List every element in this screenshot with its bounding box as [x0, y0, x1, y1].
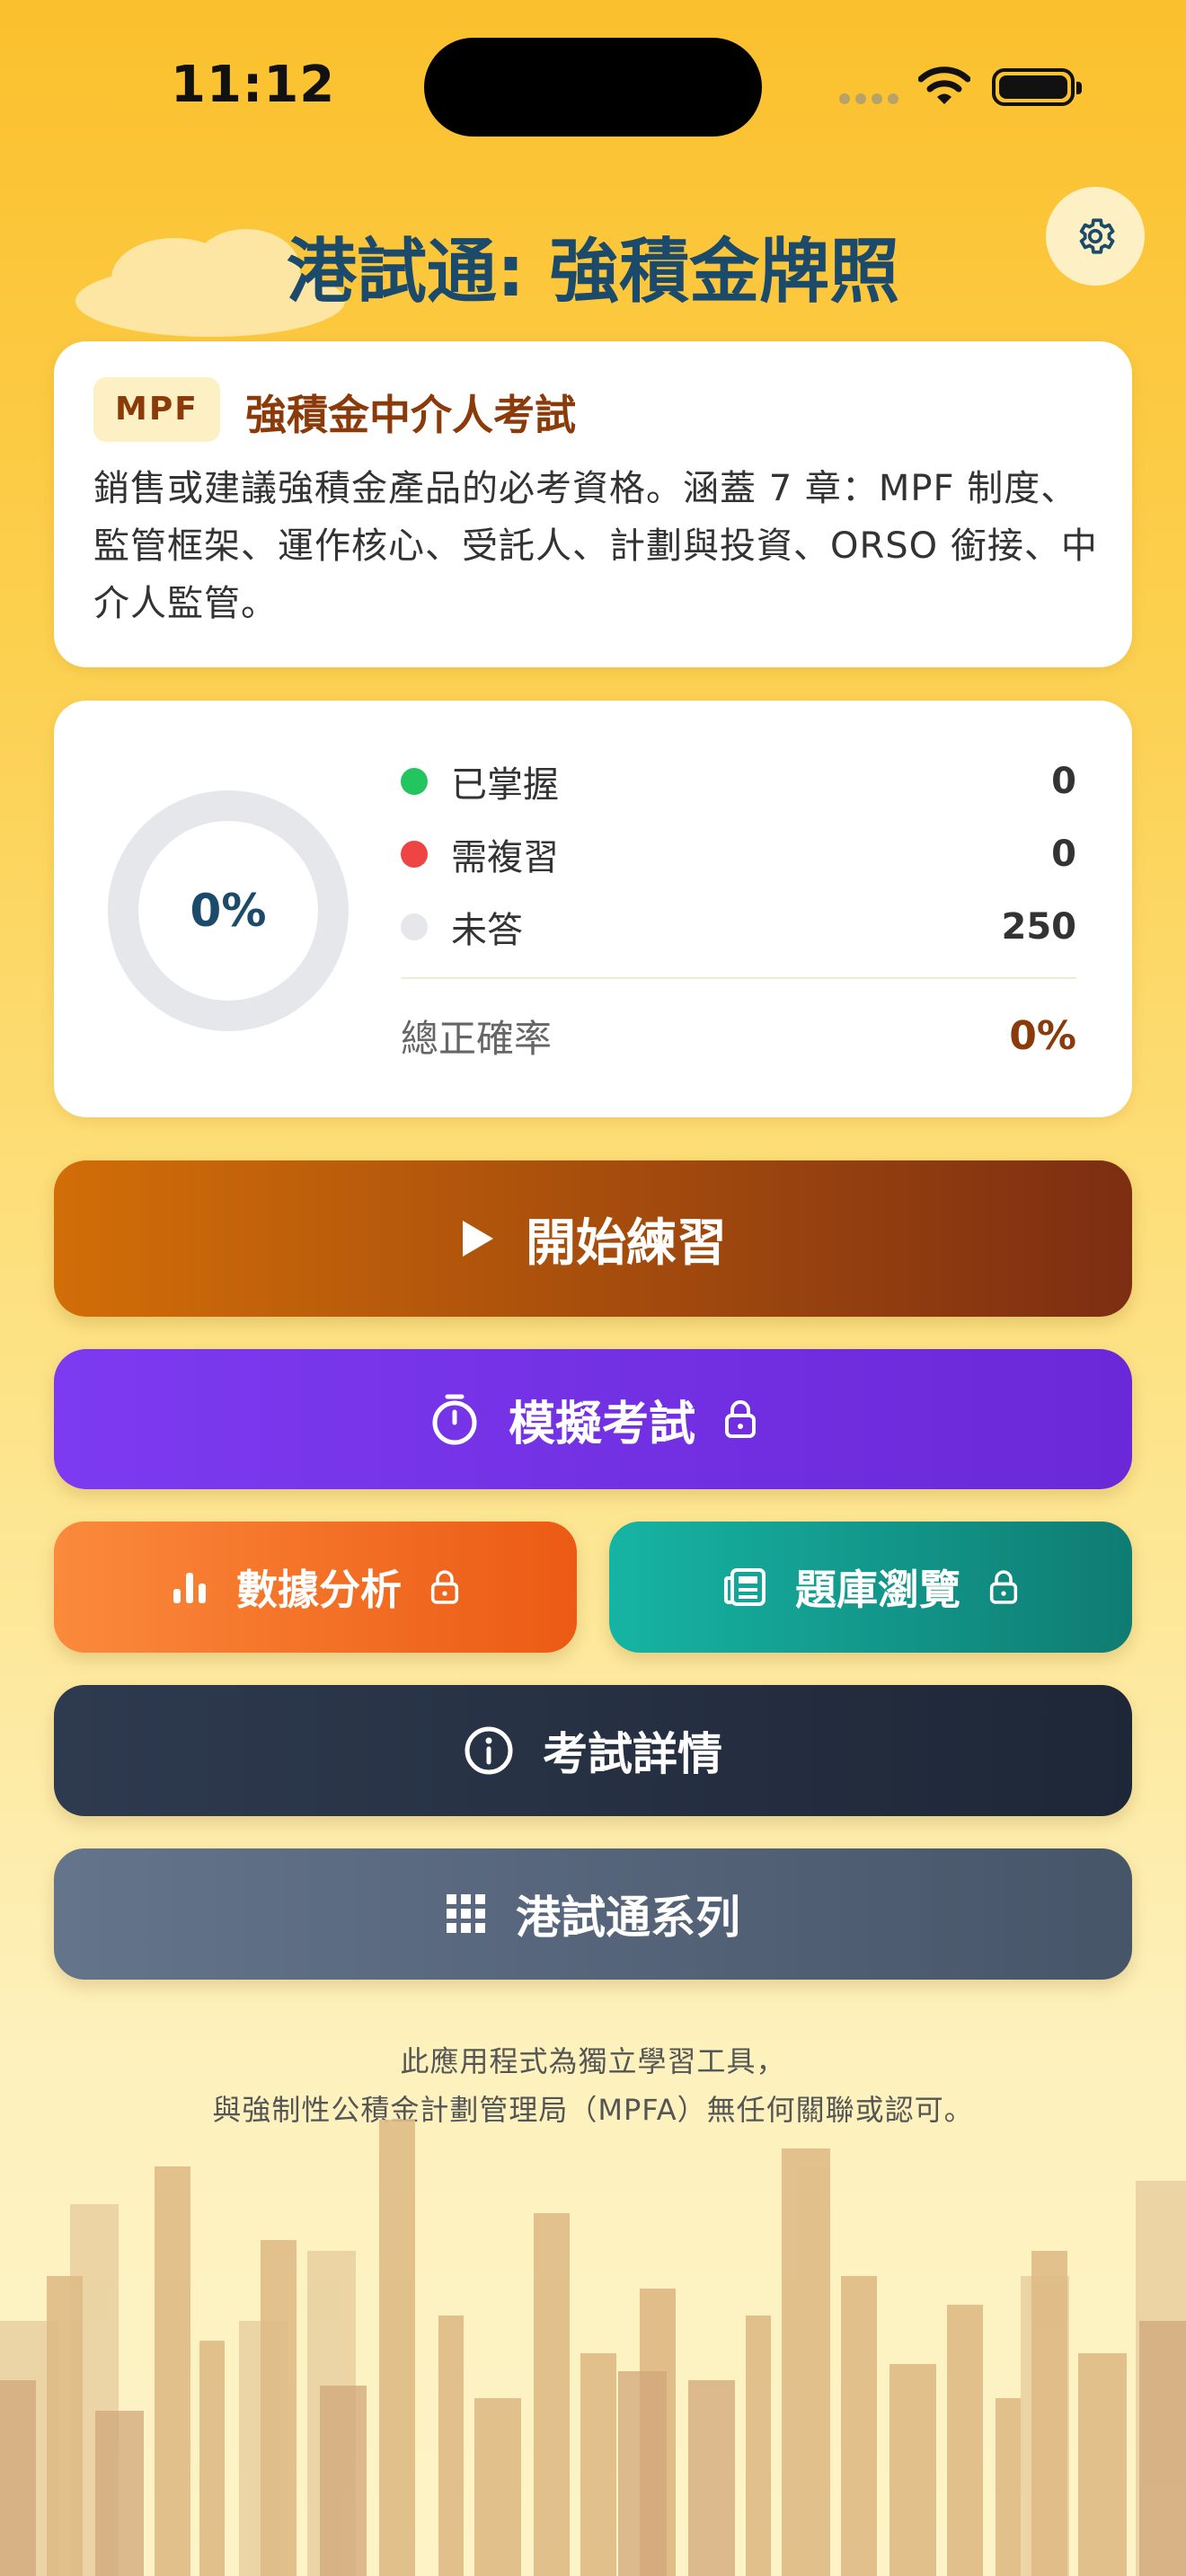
question-bank-button[interactable]: 題庫瀏覽: [609, 1522, 1132, 1653]
exam-details-label: 考試詳情: [543, 1728, 722, 1780]
exam-badge: MPF: [93, 377, 220, 442]
info-icon: [465, 1726, 513, 1775]
accuracy-value: 0%: [1009, 1012, 1076, 1059]
grid-icon: [447, 1894, 485, 1933]
mastered-label: 已掌握: [451, 764, 559, 806]
start-practice-label: 開始練習: [526, 1213, 727, 1273]
exam-info-card: MPF 強積金中介人考試 銷售或建議強積金產品的必考資格。涵蓋 7 章：MPF …: [54, 341, 1132, 667]
stat-mastered: 已掌握 0: [401, 754, 1076, 808]
status-time: 11:12: [171, 56, 336, 114]
city-skyline-decoration: [0, 2120, 1186, 2576]
start-practice-button[interactable]: 開始練習: [54, 1160, 1132, 1317]
lock-icon: [725, 1400, 756, 1438]
lock-icon: [989, 1570, 1018, 1604]
settings-button[interactable]: [1046, 187, 1145, 286]
bar-chart-icon: [173, 1573, 206, 1603]
cellular-signal-icon: [839, 93, 898, 104]
exam-description: 銷售或建議強積金產品的必考資格。涵蓋 7 章：MPF 制度、監管框架、運作核心、…: [93, 468, 1098, 624]
newspaper-icon: [724, 1568, 766, 1606]
exam-details-button[interactable]: 考試詳情: [54, 1685, 1132, 1816]
gear-icon: [1079, 218, 1115, 254]
play-icon: [463, 1221, 493, 1257]
lock-icon: [430, 1570, 459, 1604]
battery-icon: [992, 68, 1082, 106]
unanswered-value: 250: [1001, 906, 1077, 948]
progress-card: 0% 已掌握 0 需複習 0 未答 250 總正確率 0%: [54, 701, 1132, 1117]
accuracy-label: 總正確率: [401, 1016, 553, 1061]
disclaimer-line-1: 此應用程式為獨立學習工具，: [400, 2044, 786, 2078]
data-analysis-button[interactable]: 數據分析: [54, 1522, 577, 1653]
review-value: 0: [1051, 834, 1076, 875]
unanswered-label: 未答: [451, 910, 523, 951]
stopwatch-icon: [432, 1394, 477, 1445]
data-analysis-label: 數據分析: [236, 1566, 402, 1614]
app-title: 港試通: 強積金牌照: [286, 232, 900, 313]
stats-divider: [401, 977, 1076, 979]
wifi-icon: [918, 66, 970, 104]
exam-title: 強積金中介人考試: [245, 391, 576, 439]
dynamic-island: [424, 38, 762, 137]
mastered-value: 0: [1051, 761, 1076, 802]
question-bank-label: 題庫瀏覽: [795, 1566, 960, 1614]
review-label: 需複習: [451, 837, 559, 878]
stat-review: 需複習 0: [401, 827, 1076, 881]
stat-unanswered: 未答 250: [401, 900, 1076, 954]
unanswered-dot: [401, 913, 428, 940]
review-dot: [401, 841, 428, 868]
mock-exam-button[interactable]: 模擬考試: [54, 1349, 1132, 1489]
progress-percent: 0%: [190, 885, 267, 937]
mastered-dot: [401, 768, 428, 795]
accuracy-row: 總正確率 0%: [401, 1004, 1076, 1067]
series-button[interactable]: 港試通系列: [54, 1848, 1132, 1980]
series-label: 港試通系列: [516, 1892, 740, 1944]
mock-exam-label: 模擬考試: [508, 1397, 695, 1451]
